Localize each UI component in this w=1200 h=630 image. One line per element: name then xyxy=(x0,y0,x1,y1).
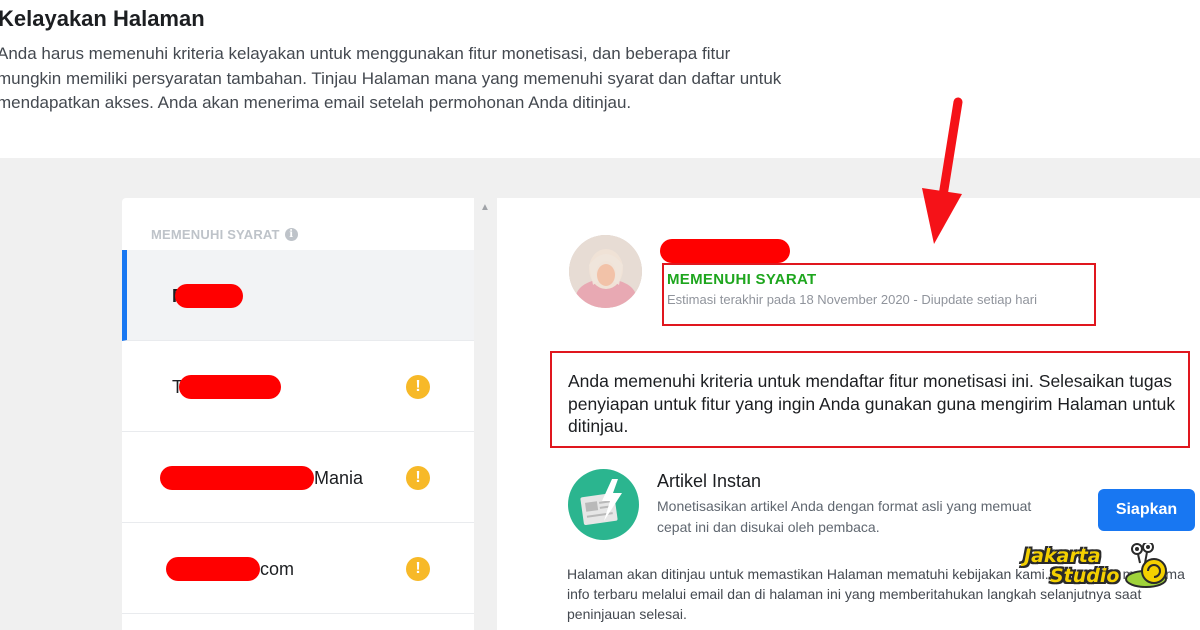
page-list-item-name: F xyxy=(172,284,243,308)
list-scrollbar[interactable]: ▲ xyxy=(475,198,495,630)
redaction-mark xyxy=(175,284,243,308)
page-list-item-2[interactable]: T ! xyxy=(122,341,474,432)
page-description: Anda harus memenuhi kriteria kelayakan u… xyxy=(0,44,782,112)
feature-description: Monetisasikan artikel Anda dengan format… xyxy=(657,498,1032,535)
scroll-up-arrow-icon[interactable]: ▲ xyxy=(480,202,490,213)
warning-icon: ! xyxy=(406,466,430,490)
setup-button[interactable]: Siapkan xyxy=(1098,489,1195,531)
page-name-visible: Mania xyxy=(314,467,364,488)
review-note: Halaman akan ditinjau untuk memastikan H… xyxy=(567,566,1185,622)
section-label: MEMENUHI SYARAT xyxy=(151,227,280,242)
list-section-header: MEMENUHI SYARAT i xyxy=(122,198,474,250)
avatar-image xyxy=(569,235,642,308)
redaction-mark xyxy=(179,375,281,399)
redaction-mark xyxy=(160,466,314,490)
page-list-item-4[interactable]: com ! xyxy=(122,523,474,614)
page-detail-panel: MEMENUHI SYARAT Estimasi terakhir pada 1… xyxy=(497,198,1200,630)
eligibility-status: MEMENUHI SYARAT xyxy=(667,271,817,288)
info-icon[interactable]: i xyxy=(284,228,298,241)
feature-title: Artikel Instan xyxy=(657,471,762,491)
page-name-redaction xyxy=(660,239,790,263)
page-name-visible: com xyxy=(260,558,295,579)
redaction-mark xyxy=(166,557,260,581)
eligibility-status-highlight: MEMENUHI SYARAT Estimasi terakhir pada 1… xyxy=(662,263,1096,326)
eligibility-message: Anda memenuhi kriteria untuk mendaftar f… xyxy=(550,351,1190,448)
eligibility-estimate-text: Estimasi terakhir pada 18 November 2020 … xyxy=(667,292,1037,307)
page-list-item-1[interactable]: F xyxy=(122,250,474,341)
instant-articles-icon xyxy=(568,469,639,540)
page-list-item-name: Mania xyxy=(160,466,363,490)
page-list-panel: MEMENUHI SYARAT i F T ! Mania ! com ! xyxy=(122,198,474,630)
page-header: Kelayakan Halaman Anda harus memenuhi kr… xyxy=(0,0,1200,158)
page-list-item-3[interactable]: Mania ! xyxy=(122,432,474,523)
warning-icon: ! xyxy=(406,375,430,399)
page-title: Kelayakan Halaman xyxy=(0,6,205,31)
warning-icon: ! xyxy=(406,557,430,581)
page-list-item-name: com xyxy=(166,557,294,581)
page-list-item-name: T xyxy=(172,375,281,399)
page-avatar xyxy=(569,235,642,308)
